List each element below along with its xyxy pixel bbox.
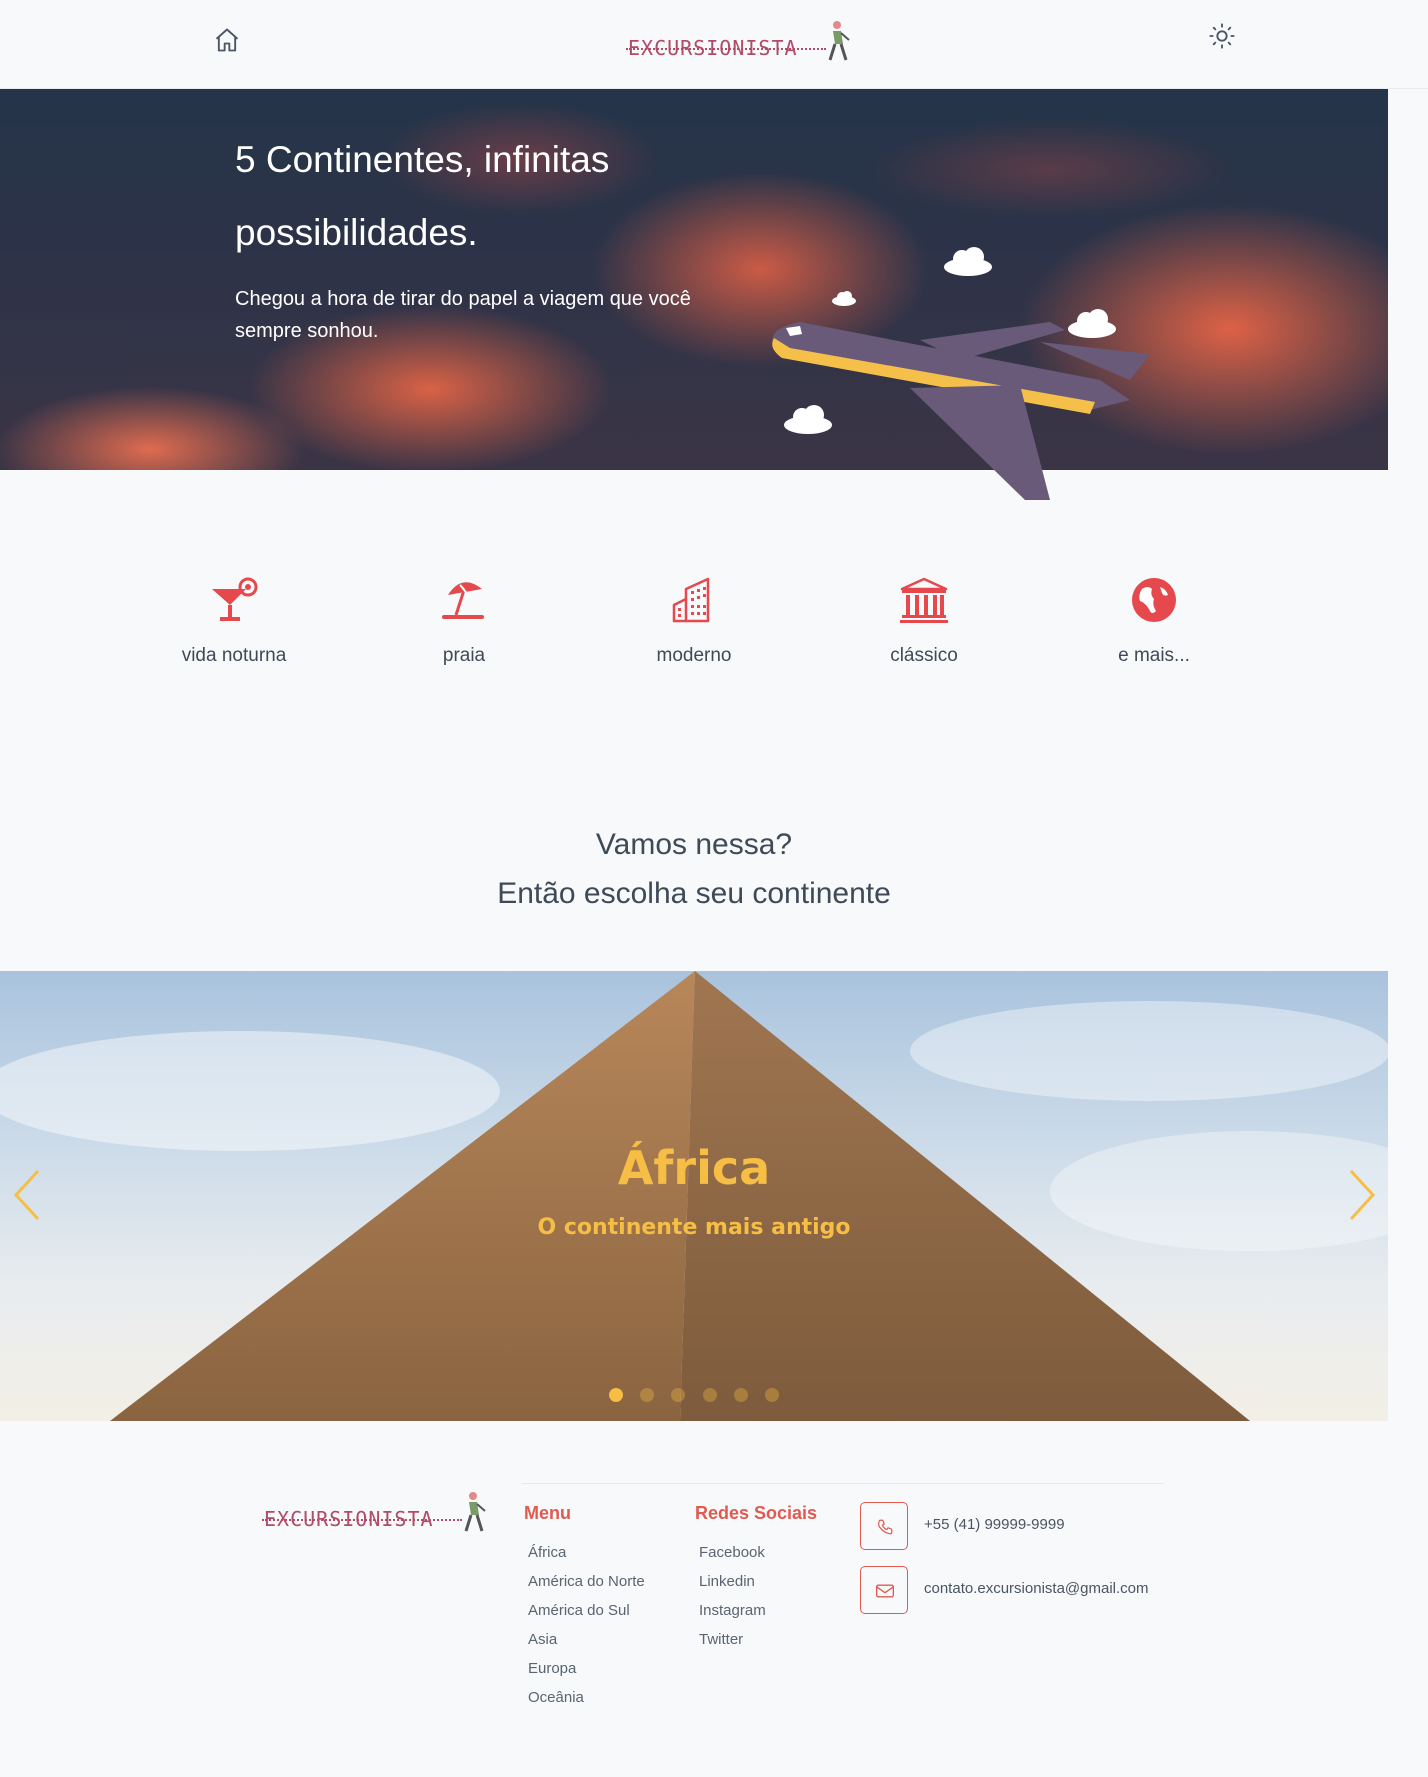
hiker-icon (464, 1492, 486, 1532)
heading-line-1: Vamos nessa? (595, 828, 793, 861)
building-icon (672, 577, 710, 623)
feature-modern[interactable]: moderno (614, 575, 774, 667)
carousel-dot[interactable] (733, 1388, 748, 1402)
home-button[interactable] (213, 26, 245, 56)
phone-icon-box (860, 1502, 908, 1550)
header: EXCURSIONISTA (0, 0, 1428, 89)
footer-menu-link[interactable]: Oceânia (528, 1683, 645, 1712)
footer-social-title: Redes Sociais (695, 1503, 818, 1523)
heading-line-2: Então escolha seu continente (497, 877, 891, 910)
social-link-linkedin[interactable]: Linkedin (699, 1567, 817, 1596)
footer-menu-link[interactable]: África (528, 1538, 645, 1567)
phone-icon (878, 1519, 893, 1535)
continent-carousel: África O continente mais antigo (0, 971, 1388, 1421)
social-link-facebook[interactable]: Facebook (699, 1538, 817, 1567)
page: EXCURSIONISTA 5 Continentes, infinitas p… (0, 0, 1428, 1777)
footer-social: Redes Sociais Facebook Linkedin Instagra… (695, 1503, 817, 1654)
mail-icon (876, 1584, 894, 1598)
footer-menu: Menu África América do Norte América do … (524, 1503, 645, 1712)
carousel-dot[interactable] (609, 1388, 624, 1402)
hero-subtitle: Chegou a hora de tirar do papel a viagem… (235, 288, 691, 342)
carousel-dot[interactable] (764, 1388, 779, 1402)
feature-label: e mais... (1118, 645, 1190, 666)
features-row: vida noturna praia moderno clássico e ma… (0, 575, 1428, 685)
theme-toggle-button[interactable] (1208, 22, 1238, 52)
cocktail-icon (212, 577, 258, 621)
feature-nightlife[interactable]: vida noturna (154, 575, 314, 667)
contact-phone-text: +55 (41) 99999-9999 (924, 1516, 1065, 1533)
feature-beach[interactable]: praia (384, 575, 544, 667)
home-icon (215, 28, 239, 52)
carousel-indicators (0, 1387, 1388, 1406)
continent-heading: Vamos nessa? Então escolha seu continent… (0, 820, 1388, 918)
email-icon-box (860, 1566, 908, 1614)
footer: EXCURSIONISTA Menu África América do Nor… (0, 1421, 1428, 1777)
sun-icon (1209, 23, 1235, 49)
pyramid-image (0, 971, 1388, 1421)
globe-icon (1132, 578, 1176, 622)
carousel-dot[interactable] (640, 1388, 655, 1402)
social-link-twitter[interactable]: Twitter (699, 1625, 817, 1654)
feature-more[interactable]: e mais... (1074, 575, 1234, 667)
footer-menu-link[interactable]: América do Sul (528, 1596, 645, 1625)
footer-menu-link[interactable]: Europa (528, 1654, 645, 1683)
feature-label: vida noturna (181, 645, 287, 666)
hero-title: 5 Continentes, infinitas possibilidades. (235, 139, 610, 253)
hiker-icon (828, 21, 850, 61)
feature-label: clássico (890, 645, 958, 666)
logo[interactable]: EXCURSIONISTA (622, 18, 852, 64)
slide-title: África (617, 1141, 771, 1195)
feature-classic[interactable]: clássico (844, 575, 1004, 667)
footer-menu-title: Menu (524, 1503, 571, 1523)
social-link-instagram[interactable]: Instagram (699, 1596, 817, 1625)
footer-menu-link[interactable]: América do Norte (528, 1567, 645, 1596)
hero-banner: 5 Continentes, infinitas possibilidades.… (0, 89, 1388, 470)
contact-email-text: contato.excursionista@gmail.com (924, 1580, 1149, 1597)
feature-label: praia (442, 645, 486, 666)
feature-label: moderno (656, 645, 732, 666)
beach-umbrella-icon (442, 582, 484, 619)
classical-building-icon (900, 577, 948, 623)
carousel-dot[interactable] (671, 1388, 686, 1402)
footer-menu-link[interactable]: Asia (528, 1625, 645, 1654)
slide-subtitle: O continente mais antigo (537, 1215, 851, 1240)
footer-logo[interactable]: EXCURSIONISTA (258, 1489, 488, 1535)
logo-dotted-line (262, 1519, 462, 1521)
carousel-dot[interactable] (702, 1388, 717, 1402)
airplane-illustration (772, 322, 1150, 500)
logo-dotted-line (626, 48, 826, 50)
footer-divider (522, 1483, 1164, 1484)
